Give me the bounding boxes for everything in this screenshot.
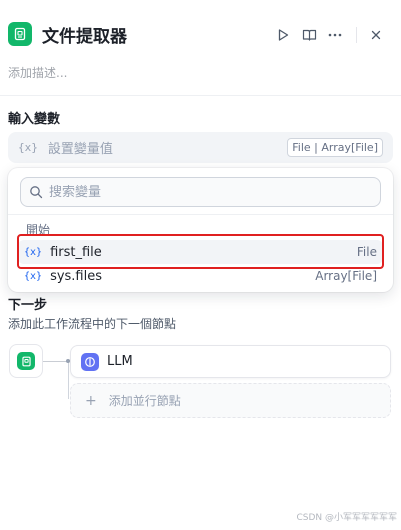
highlight-annotation-box — [17, 234, 384, 269]
next-step-label: 下一步 — [8, 298, 48, 313]
watermark: CSDN @小军军军军军军 — [296, 513, 397, 523]
close-icon — [371, 30, 381, 40]
add-parallel-node-button[interactable]: + 添加並行節點 — [70, 383, 391, 418]
next-step-subtitle: 添加此工作流程中的下一個節點 — [8, 317, 177, 331]
llm-icon — [81, 352, 99, 371]
plus-icon: + — [85, 392, 97, 409]
run-button[interactable] — [270, 22, 296, 48]
next-node-label: LLM — [107, 354, 133, 369]
panel-header: 文件提取器 — [8, 18, 393, 50]
variable-selector-placeholder: 設置變量值 — [47, 142, 113, 157]
variable-type-tag: File | Array[File] — [287, 138, 383, 157]
next-node-llm[interactable]: LLM — [70, 345, 391, 378]
book-icon — [302, 29, 316, 41]
add-parallel-node-label: 添加並行節點 — [108, 394, 181, 408]
variable-icon: {x} — [24, 270, 43, 282]
description-input[interactable]: 添加描述... — [8, 64, 67, 81]
variable-search-box[interactable] — [20, 177, 381, 207]
more-icon — [328, 33, 342, 37]
variable-icon: {x} — [18, 141, 38, 154]
variable-selector[interactable]: {x} 設置變量值 File | Array[File] — [8, 132, 393, 163]
flow-branch-line — [68, 361, 69, 399]
current-node-icon — [9, 344, 43, 378]
variable-option-type: Array[File] — [315, 269, 377, 283]
variable-option-name: sys.files — [50, 268, 103, 284]
document-extractor-icon — [8, 22, 32, 46]
flow-connector — [43, 361, 68, 362]
variable-search-input[interactable] — [49, 184, 369, 200]
variable-dropdown: 開始 {x} first_file File {x} sys.files Arr… — [8, 168, 393, 292]
close-button[interactable] — [363, 22, 389, 48]
header-divider — [0, 95, 401, 96]
more-button[interactable] — [322, 22, 348, 48]
panel-title: 文件提取器 — [42, 26, 127, 47]
document-extractor-icon — [17, 352, 35, 370]
play-icon — [278, 29, 289, 41]
dropdown-divider — [8, 214, 393, 215]
node-config-panel: 文件提取器 添加描述... 輸入變數 {x} 設置變量值 File | Arra… — [0, 0, 401, 530]
header-separator — [356, 27, 357, 43]
search-icon — [30, 186, 43, 199]
header-actions — [270, 22, 389, 48]
help-doc-button[interactable] — [296, 22, 322, 48]
input-variables-label: 輸入變數 — [8, 112, 61, 127]
